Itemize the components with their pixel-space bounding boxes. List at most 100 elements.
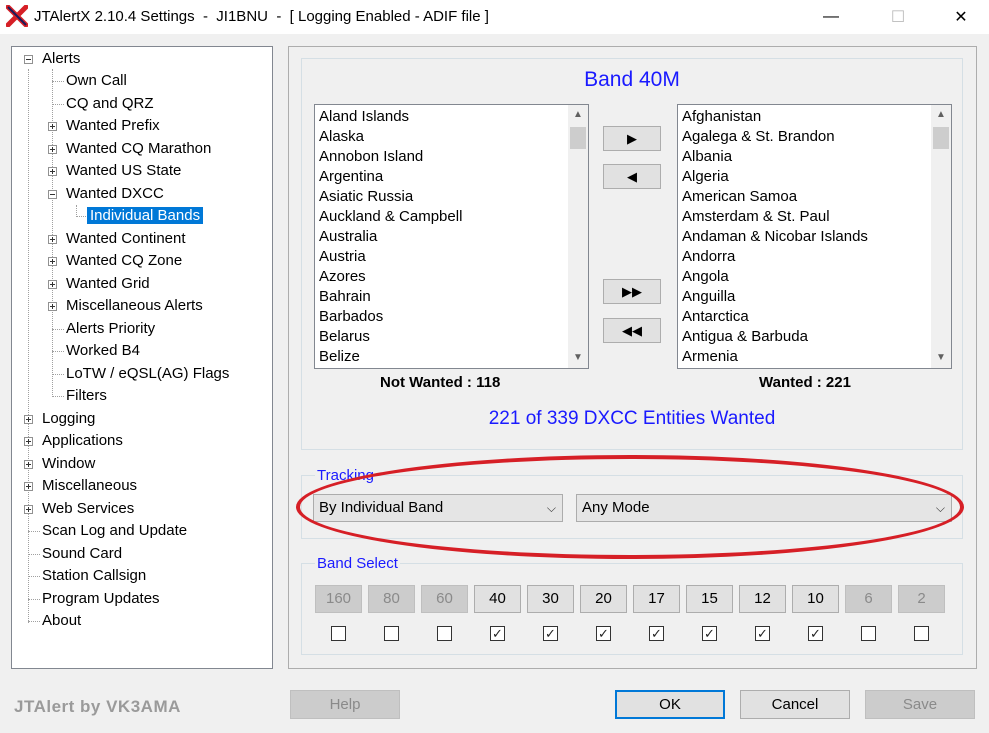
tree-item-applications[interactable]: Applications bbox=[42, 431, 123, 451]
band-button-17[interactable]: 17 bbox=[633, 585, 680, 613]
expand-icon[interactable] bbox=[24, 482, 33, 491]
band-button-80[interactable]: 80 bbox=[368, 585, 415, 613]
tree-item-miscellaneous[interactable]: Miscellaneous bbox=[42, 476, 137, 496]
band-checkbox-20[interactable]: ✓ bbox=[596, 626, 611, 641]
help-button[interactable]: Help bbox=[290, 690, 400, 719]
expand-icon[interactable] bbox=[24, 505, 33, 514]
band-checkbox-2[interactable] bbox=[914, 626, 929, 641]
expand-icon[interactable] bbox=[24, 460, 33, 469]
tree-item-filters[interactable]: Filters bbox=[66, 386, 107, 406]
mode-tracking-select[interactable]: Any Mode ⌵ bbox=[576, 494, 952, 522]
not-wanted-list[interactable]: Aland Islands Alaska Annobon Island Arge… bbox=[314, 104, 589, 369]
band-button-6[interactable]: 6 bbox=[845, 585, 892, 613]
wanted-scrollbar[interactable]: ▲ ▼ bbox=[931, 105, 951, 368]
list-item[interactable]: Afghanistan bbox=[682, 107, 761, 127]
band-button-40[interactable]: 40 bbox=[474, 585, 521, 613]
tree-item-wanted-dxcc[interactable]: Wanted DXCC bbox=[66, 184, 164, 204]
list-item[interactable]: Australia bbox=[319, 227, 377, 247]
band-checkbox-15[interactable]: ✓ bbox=[702, 626, 717, 641]
band-button-20[interactable]: 20 bbox=[580, 585, 627, 613]
expand-icon[interactable] bbox=[48, 302, 57, 311]
tree-item-wanted-prefix[interactable]: Wanted Prefix bbox=[66, 116, 160, 136]
band-checkbox-60[interactable] bbox=[437, 626, 452, 641]
list-item[interactable]: Alaska bbox=[319, 127, 364, 147]
list-item[interactable]: Andaman & Nicobar Islands bbox=[682, 227, 868, 247]
list-item[interactable]: Annobon Island bbox=[319, 147, 423, 167]
band-checkbox-40[interactable]: ✓ bbox=[490, 626, 505, 641]
list-item[interactable]: Belize bbox=[319, 347, 360, 367]
list-item[interactable]: Amsterdam & St. Paul bbox=[682, 207, 830, 227]
list-item[interactable]: Asiatic Russia bbox=[319, 187, 413, 207]
move-all-left-button[interactable]: ◀◀ bbox=[603, 318, 661, 343]
band-checkbox-10[interactable]: ✓ bbox=[808, 626, 823, 641]
list-item[interactable]: Austria bbox=[319, 247, 366, 267]
save-button[interactable]: Save bbox=[865, 690, 975, 719]
band-button-15[interactable]: 15 bbox=[686, 585, 733, 613]
list-item[interactable]: Albania bbox=[682, 147, 732, 167]
band-checkbox-30[interactable]: ✓ bbox=[543, 626, 558, 641]
band-button-60[interactable]: 60 bbox=[421, 585, 468, 613]
list-item[interactable]: Belarus bbox=[319, 327, 370, 347]
expand-icon[interactable] bbox=[48, 167, 57, 176]
collapse-icon[interactable] bbox=[48, 190, 57, 199]
band-button-10[interactable]: 10 bbox=[792, 585, 839, 613]
list-item[interactable]: Anguilla bbox=[682, 287, 735, 307]
band-checkbox-160[interactable] bbox=[331, 626, 346, 641]
expand-icon[interactable] bbox=[48, 235, 57, 244]
list-item[interactable]: Antarctica bbox=[682, 307, 749, 327]
maximize-icon[interactable]: ☐ bbox=[875, 0, 921, 34]
tree-item-cq-qrz[interactable]: CQ and QRZ bbox=[66, 94, 154, 114]
tree-item-wanted-continent[interactable]: Wanted Continent bbox=[66, 229, 186, 249]
band-button-12[interactable]: 12 bbox=[739, 585, 786, 613]
tree-item-alerts[interactable]: Alerts bbox=[42, 49, 80, 69]
scroll-down-icon[interactable]: ▼ bbox=[568, 348, 588, 368]
expand-icon[interactable] bbox=[48, 280, 57, 289]
tree-item-program-updates[interactable]: Program Updates bbox=[42, 589, 160, 609]
tree-item-window[interactable]: Window bbox=[42, 454, 95, 474]
wanted-list[interactable]: Afghanistan Agalega & St. Brandon Albani… bbox=[677, 104, 952, 369]
scroll-up-icon[interactable]: ▲ bbox=[568, 105, 588, 125]
list-item[interactable]: Aland Islands bbox=[319, 107, 409, 127]
band-button-160[interactable]: 160 bbox=[315, 585, 362, 613]
tree-item-about[interactable]: About bbox=[42, 611, 81, 631]
tree-item-scan-log[interactable]: Scan Log and Update bbox=[42, 521, 187, 541]
ok-button[interactable]: OK bbox=[615, 690, 725, 719]
tree-item-individual-bands[interactable]: Individual Bands bbox=[87, 207, 204, 224]
expand-icon[interactable] bbox=[24, 415, 33, 424]
tree-item-own-call[interactable]: Own Call bbox=[66, 71, 127, 91]
band-button-2[interactable]: 2 bbox=[898, 585, 945, 613]
tree-item-logging[interactable]: Logging bbox=[42, 409, 95, 429]
expand-icon[interactable] bbox=[24, 437, 33, 446]
close-icon[interactable]: ✕ bbox=[938, 0, 984, 34]
band-tracking-select[interactable]: By Individual Band ⌵ bbox=[313, 494, 563, 522]
minimize-icon[interactable]: — bbox=[808, 0, 854, 34]
tree-item-wanted-grid[interactable]: Wanted Grid bbox=[66, 274, 150, 294]
tree-item-web-services[interactable]: Web Services bbox=[42, 499, 134, 519]
tree-item-wanted-us-state[interactable]: Wanted US State bbox=[66, 161, 181, 181]
list-item[interactable]: American Samoa bbox=[682, 187, 797, 207]
scroll-down-icon[interactable]: ▼ bbox=[931, 348, 951, 368]
list-item[interactable]: Armenia bbox=[682, 347, 738, 367]
list-item[interactable]: Argentina bbox=[319, 167, 383, 187]
tree-item-sound-card[interactable]: Sound Card bbox=[42, 544, 122, 564]
not-wanted-scrollbar[interactable]: ▲ ▼ bbox=[568, 105, 588, 368]
band-checkbox-17[interactable]: ✓ bbox=[649, 626, 664, 641]
tree-item-station-callsign[interactable]: Station Callsign bbox=[42, 566, 146, 586]
scroll-up-icon[interactable]: ▲ bbox=[931, 105, 951, 125]
band-checkbox-12[interactable]: ✓ bbox=[755, 626, 770, 641]
tree-item-lotw[interactable]: LoTW / eQSL(AG) Flags bbox=[66, 364, 229, 384]
band-checkbox-80[interactable] bbox=[384, 626, 399, 641]
scroll-thumb[interactable] bbox=[933, 127, 949, 149]
move-left-button[interactable]: ◀ bbox=[603, 164, 661, 189]
scroll-thumb[interactable] bbox=[570, 127, 586, 149]
move-all-right-button[interactable]: ▶▶ bbox=[603, 279, 661, 304]
list-item[interactable]: Bahrain bbox=[319, 287, 371, 307]
expand-icon[interactable] bbox=[48, 122, 57, 131]
tree-item-misc-alerts[interactable]: Miscellaneous Alerts bbox=[66, 296, 203, 316]
list-item[interactable]: Andorra bbox=[682, 247, 735, 267]
alerts-collapse-icon[interactable] bbox=[24, 55, 33, 64]
tree-item-wanted-cq-marathon[interactable]: Wanted CQ Marathon bbox=[66, 139, 211, 159]
list-item[interactable]: Azores bbox=[319, 267, 366, 287]
band-checkbox-6[interactable] bbox=[861, 626, 876, 641]
tree-item-worked-b4[interactable]: Worked B4 bbox=[66, 341, 140, 361]
